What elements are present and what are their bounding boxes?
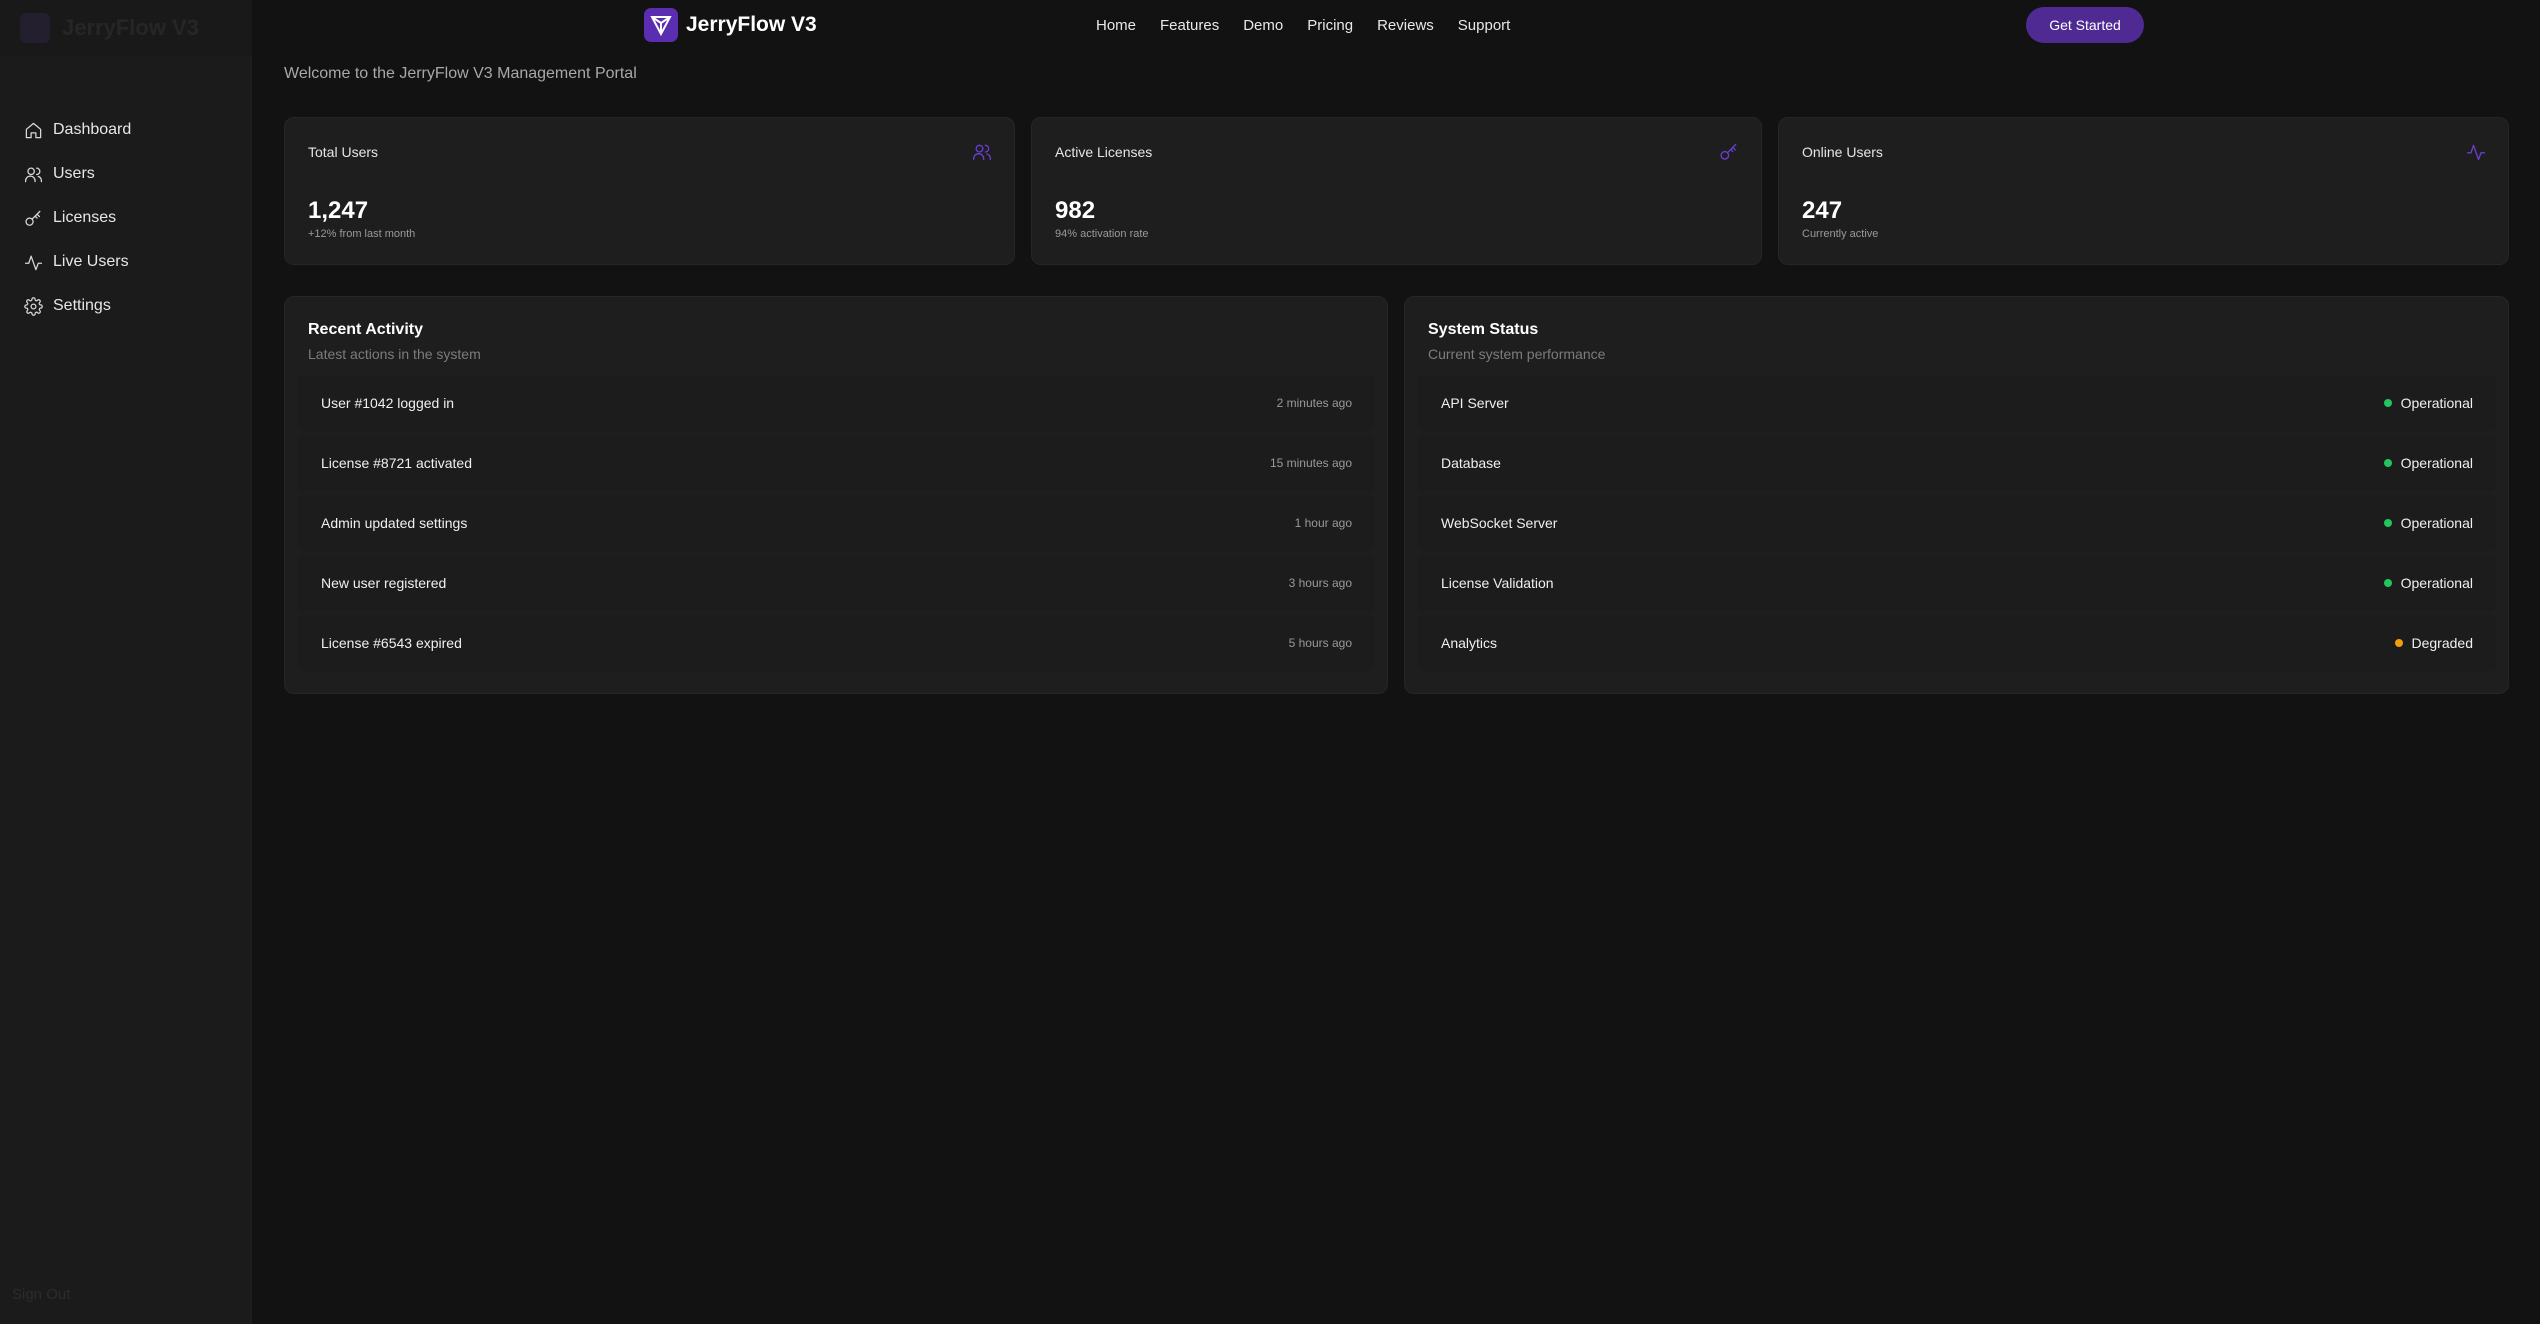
activity-item: License #6543 expired 5 hours ago (297, 615, 1375, 671)
status-badge: Operational (2383, 575, 2473, 591)
stat-note: Currently active (1802, 228, 1879, 240)
sidebar-item-live-users[interactable]: Live Users (0, 240, 252, 284)
sidebar-item-users[interactable]: Users (0, 152, 252, 196)
stat-label: Total Users (308, 144, 379, 160)
activity-item: Admin updated settings 1 hour ago (297, 495, 1375, 551)
activity-time: 5 hours ago (1288, 636, 1352, 650)
status-text: Operational (2400, 395, 2473, 411)
key-icon (1719, 142, 1739, 167)
stat-value: 1,247 (308, 197, 369, 224)
sidebar-item-settings[interactable]: Settings (0, 284, 252, 328)
status-text: Operational (2400, 515, 2473, 531)
page-subtitle: Welcome to the JerryFlow V3 Management P… (284, 65, 637, 82)
status-dot-icon (2394, 639, 2403, 647)
activity-text: License #6543 expired (321, 635, 462, 651)
stat-value: 247 (1802, 197, 1843, 224)
activity-item: License #8721 activated 15 minutes ago (297, 435, 1375, 491)
status-dot-icon (2383, 579, 2392, 587)
users-icon (972, 142, 992, 167)
status-item: Analytics Degraded (1417, 615, 2496, 671)
stat-label: Online Users (1802, 144, 1883, 160)
service-name: Database (1441, 455, 1501, 471)
status-text: Operational (2400, 455, 2473, 471)
stat-card-total-users: Total Users 1,247 +12% from last month (284, 117, 1015, 265)
status-badge: Operational (2383, 455, 2473, 471)
activity-item: New user registered 3 hours ago (297, 555, 1375, 611)
activity-time: 3 hours ago (1288, 576, 1352, 590)
status-dot-icon (2383, 519, 2392, 527)
nav-link-pricing[interactable]: Pricing (1307, 17, 1353, 34)
status-list: API Server Operational Database Operatio… (1417, 375, 2496, 675)
sign-out-button[interactable]: Sign Out (12, 1286, 70, 1303)
activity-icon (24, 255, 43, 270)
panel-subtitle: Current system performance (1428, 346, 1606, 362)
service-name: WebSocket Server (1441, 515, 1558, 531)
panel-title: Recent Activity (308, 321, 423, 338)
stat-card-online-users: Online Users 247 Currently active (1778, 117, 2509, 265)
home-icon (25, 122, 42, 138)
stat-value: 982 (1055, 197, 1096, 224)
stat-note: +12% from last month (308, 228, 416, 240)
status-text: Degraded (2411, 635, 2474, 651)
service-name: License Validation (1441, 575, 1554, 591)
status-text: Operational (2400, 575, 2473, 591)
status-item: WebSocket Server Operational (1417, 495, 2496, 551)
activity-item: User #1042 logged in 2 minutes ago (297, 375, 1375, 431)
status-badge: Degraded (2394, 635, 2474, 651)
stat-card-active-licenses: Active Licenses 982 94% activation rate (1031, 117, 1762, 265)
status-dot-icon (2383, 459, 2392, 467)
sidebar: JerryFlow V3 Dashboard Users Licenses Li… (0, 0, 252, 1324)
sidebar-item-licenses[interactable]: Licenses (0, 196, 252, 240)
get-started-button[interactable]: Get Started (2026, 7, 2144, 43)
brand-logo[interactable]: JerryFlow V3 (644, 8, 817, 42)
sidebar-item-dashboard[interactable]: Dashboard (0, 108, 252, 152)
nav-link-features[interactable]: Features (1160, 17, 1219, 34)
sidebar-item-label: Users (53, 165, 95, 182)
sidebar-item-label: Dashboard (53, 121, 132, 138)
top-menu: Home Features Demo Pricing Reviews Suppo… (1096, 17, 1510, 34)
stat-note: 94% activation rate (1055, 228, 1149, 240)
top-navigation: JerryFlow V3 Home Features Demo Pricing … (252, 0, 2540, 52)
activity-list: User #1042 logged in 2 minutes ago Licen… (297, 375, 1375, 675)
panel-title: System Status (1428, 321, 1539, 338)
system-status-panel: System Status Current system performance… (1404, 296, 2509, 694)
status-badge: Operational (2383, 395, 2473, 411)
activity-time: 1 hour ago (1294, 516, 1352, 530)
sidebar-brand: JerryFlow V3 (0, 0, 252, 56)
sidebar-brand-name: JerryFlow V3 (62, 15, 199, 40)
nav-link-demo[interactable]: Demo (1243, 17, 1283, 34)
nav-link-home[interactable]: Home (1096, 17, 1136, 34)
nav-link-support[interactable]: Support (1458, 17, 1511, 34)
stat-label: Active Licenses (1055, 144, 1153, 160)
activity-text: License #8721 activated (321, 455, 472, 471)
recent-activity-panel: Recent Activity Latest actions in the sy… (284, 296, 1388, 694)
users-icon (24, 167, 43, 182)
panel-subtitle: Latest actions in the system (308, 346, 481, 362)
brand-name: JerryFlow V3 (686, 13, 817, 36)
service-name: Analytics (1441, 635, 1498, 651)
status-item: License Validation Operational (1417, 555, 2496, 611)
service-name: API Server (1441, 395, 1509, 411)
nav-link-reviews[interactable]: Reviews (1377, 17, 1434, 34)
activity-icon (2466, 142, 2486, 167)
status-item: API Server Operational (1417, 375, 2496, 431)
key-icon (25, 210, 41, 226)
sidebar-item-label: Live Users (53, 253, 129, 270)
activity-text: Admin updated settings (321, 515, 468, 531)
activity-text: User #1042 logged in (321, 395, 455, 411)
sidebar-item-label: Licenses (53, 209, 117, 226)
status-dot-icon (2383, 399, 2392, 407)
status-item: Database Operational (1417, 435, 2496, 491)
sidebar-nav: Dashboard Users Licenses Live Users Sett… (0, 108, 252, 328)
sidebar-item-label: Settings (53, 297, 111, 314)
sidebar-logo-icon (20, 13, 50, 43)
gear-icon (24, 296, 43, 316)
status-badge: Operational (2383, 515, 2473, 531)
logo-icon (644, 8, 678, 42)
activity-time: 2 minutes ago (1276, 396, 1352, 410)
activity-time: 15 minutes ago (1269, 456, 1352, 470)
activity-text: New user registered (321, 575, 447, 591)
